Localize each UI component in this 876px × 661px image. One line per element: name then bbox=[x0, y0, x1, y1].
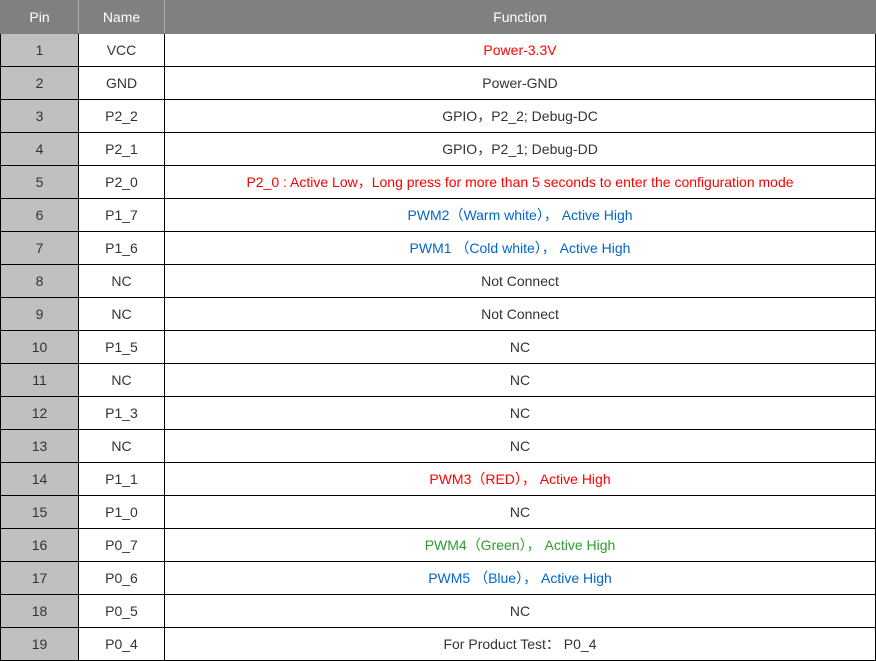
name-cell: P1_5 bbox=[79, 331, 165, 364]
pin-cell: 2 bbox=[1, 67, 79, 100]
name-cell: GND bbox=[79, 67, 165, 100]
function-cell: P2_0 : Active Low，Long press for more th… bbox=[165, 166, 876, 199]
pin-cell: 7 bbox=[1, 232, 79, 265]
pin-cell: 10 bbox=[1, 331, 79, 364]
table-row: 3P2_2GPIO，P2_2; Debug-DC bbox=[1, 100, 876, 133]
table-row: 4P2_1GPIO，P2_1; Debug-DD bbox=[1, 133, 876, 166]
pin-cell: 17 bbox=[1, 562, 79, 595]
table-row: 8NCNot Connect bbox=[1, 265, 876, 298]
table-row: 5P2_0P2_0 : Active Low，Long press for mo… bbox=[1, 166, 876, 199]
pin-cell: 19 bbox=[1, 628, 79, 661]
function-cell: NC bbox=[165, 364, 876, 397]
pin-cell: 4 bbox=[1, 133, 79, 166]
function-cell: Power-GND bbox=[165, 67, 876, 100]
function-cell: NC bbox=[165, 595, 876, 628]
name-cell: NC bbox=[79, 265, 165, 298]
function-cell: PWM3（RED）， Active High bbox=[165, 463, 876, 496]
table-header: Pin Name Function bbox=[1, 1, 876, 34]
pin-cell: 13 bbox=[1, 430, 79, 463]
function-cell: PWM1 （Cold white）， Active High bbox=[165, 232, 876, 265]
function-cell: NC bbox=[165, 430, 876, 463]
name-cell: P2_2 bbox=[79, 100, 165, 133]
function-cell: PWM4（Green）， Active High bbox=[165, 529, 876, 562]
function-cell: Not Connect bbox=[165, 265, 876, 298]
pin-table: Pin Name Function 1VCCPower-3.3V2GNDPowe… bbox=[0, 0, 876, 661]
pin-cell: 11 bbox=[1, 364, 79, 397]
name-cell: VCC bbox=[79, 34, 165, 67]
header-name: Name bbox=[79, 1, 165, 34]
function-cell: NC bbox=[165, 397, 876, 430]
table-row: 1VCCPower-3.3V bbox=[1, 34, 876, 67]
table-row: 11NCNC bbox=[1, 364, 876, 397]
function-cell: For Product Test： P0_4 bbox=[165, 628, 876, 661]
pin-cell: 15 bbox=[1, 496, 79, 529]
name-cell: P0_6 bbox=[79, 562, 165, 595]
pin-cell: 18 bbox=[1, 595, 79, 628]
name-cell: P2_1 bbox=[79, 133, 165, 166]
table-row: 6P1_7PWM2（Warm white）， Active High bbox=[1, 199, 876, 232]
pin-cell: 12 bbox=[1, 397, 79, 430]
name-cell: P0_4 bbox=[79, 628, 165, 661]
pin-cell: 1 bbox=[1, 34, 79, 67]
function-cell: NC bbox=[165, 331, 876, 364]
name-cell: P1_6 bbox=[79, 232, 165, 265]
header-pin: Pin bbox=[1, 1, 79, 34]
table-row: 15P1_0NC bbox=[1, 496, 876, 529]
function-cell: PWM2（Warm white）， Active High bbox=[165, 199, 876, 232]
table-row: 18P0_5NC bbox=[1, 595, 876, 628]
function-cell: NC bbox=[165, 496, 876, 529]
function-cell: PWM5 （Blue）， Active High bbox=[165, 562, 876, 595]
name-cell: P0_7 bbox=[79, 529, 165, 562]
pin-cell: 14 bbox=[1, 463, 79, 496]
header-function: Function bbox=[165, 1, 876, 34]
table-row: 12P1_3NC bbox=[1, 397, 876, 430]
table-row: 9NCNot Connect bbox=[1, 298, 876, 331]
table-row: 19P0_4For Product Test： P0_4 bbox=[1, 628, 876, 661]
table-row: 2GNDPower-GND bbox=[1, 67, 876, 100]
table-row: 7P1_6PWM1 （Cold white）， Active High bbox=[1, 232, 876, 265]
table-row: 16P0_7PWM4（Green）， Active High bbox=[1, 529, 876, 562]
name-cell: NC bbox=[79, 430, 165, 463]
function-cell: GPIO，P2_1; Debug-DD bbox=[165, 133, 876, 166]
table-row: 13NCNC bbox=[1, 430, 876, 463]
function-cell: Power-3.3V bbox=[165, 34, 876, 67]
pin-cell: 8 bbox=[1, 265, 79, 298]
function-cell: Not Connect bbox=[165, 298, 876, 331]
pin-cell: 16 bbox=[1, 529, 79, 562]
table-body: 1VCCPower-3.3V2GNDPower-GND3P2_2GPIO，P2_… bbox=[1, 34, 876, 661]
table-row: 17P0_6PWM5 （Blue）， Active High bbox=[1, 562, 876, 595]
name-cell: P1_0 bbox=[79, 496, 165, 529]
name-cell: P0_5 bbox=[79, 595, 165, 628]
table-row: 10P1_5NC bbox=[1, 331, 876, 364]
name-cell: P1_1 bbox=[79, 463, 165, 496]
pin-cell: 3 bbox=[1, 100, 79, 133]
name-cell: P1_7 bbox=[79, 199, 165, 232]
name-cell: NC bbox=[79, 364, 165, 397]
name-cell: NC bbox=[79, 298, 165, 331]
name-cell: P1_3 bbox=[79, 397, 165, 430]
function-cell: GPIO，P2_2; Debug-DC bbox=[165, 100, 876, 133]
table-row: 14P1_1PWM3（RED）， Active High bbox=[1, 463, 876, 496]
pin-cell: 9 bbox=[1, 298, 79, 331]
pin-cell: 5 bbox=[1, 166, 79, 199]
name-cell: P2_0 bbox=[79, 166, 165, 199]
pin-cell: 6 bbox=[1, 199, 79, 232]
